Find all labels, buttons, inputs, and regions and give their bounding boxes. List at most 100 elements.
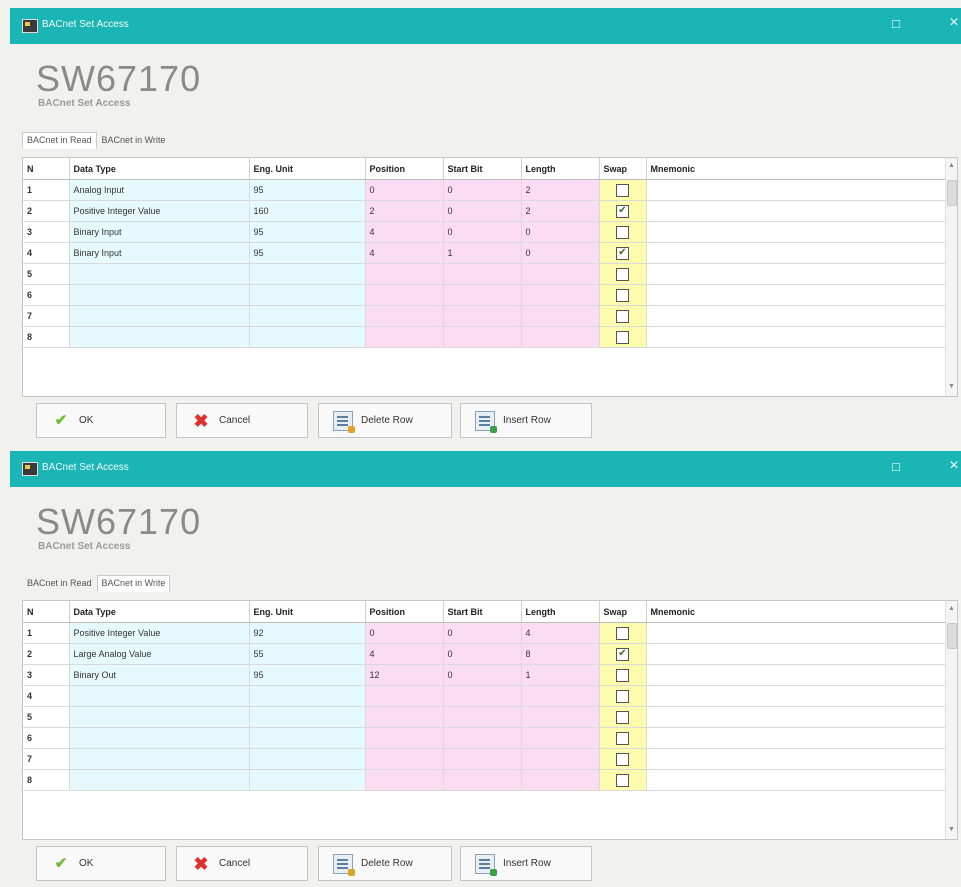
cell-length[interactable]: 4 [521,622,600,644]
tab-bacnet-in-write[interactable]: BACnet in Write [96,575,171,592]
cell-start-bit[interactable]: 0 [443,221,522,243]
cell-start-bit[interactable]: 0 [443,664,522,686]
cell-length[interactable] [521,305,600,327]
table-row[interactable]: 6 [23,727,946,749]
cell-length[interactable]: 1 [521,664,600,686]
swap-checkbox[interactable]: ✔ [616,204,629,218]
cell-length[interactable]: 2 [521,179,600,201]
cell-data-type[interactable] [69,326,250,348]
cell-length[interactable] [521,769,600,791]
cell-eng-unit[interactable]: 95 [249,664,366,686]
cell-length[interactable] [521,284,600,306]
cell-position[interactable] [365,727,444,749]
swap-checkbox[interactable] [616,689,629,703]
cell-start-bit[interactable]: 0 [443,622,522,644]
cell-position[interactable]: 4 [365,643,444,665]
ok-button[interactable]: ✔ OK [36,403,166,438]
cell-data-type[interactable]: Binary Out [69,664,250,686]
swap-checkbox[interactable] [616,267,629,281]
table-row[interactable]: 3 Binary Input 95 4 0 0 [23,221,946,243]
cell-mnemonic[interactable] [646,284,946,306]
cell-data-type[interactable]: Positive Integer Value [69,622,250,644]
table-row[interactable]: 1 Positive Integer Value 92 0 0 4 [23,622,946,644]
cell-mnemonic[interactable] [646,664,946,686]
column-header-mnemonic[interactable]: Mnemonic [646,601,946,623]
swap-checkbox[interactable] [616,731,629,745]
column-header-swap[interactable]: Swap [599,158,647,180]
tab-bacnet-in-read[interactable]: BACnet in Read [22,575,97,592]
cell-position[interactable] [365,326,444,348]
cell-length[interactable] [521,706,600,728]
maximize-icon[interactable]: □ [888,458,904,476]
cell-eng-unit[interactable] [249,326,366,348]
cell-eng-unit[interactable]: 92 [249,622,366,644]
table-row[interactable]: 5 [23,263,946,285]
cell-start-bit[interactable] [443,769,522,791]
swap-checkbox[interactable] [616,183,629,197]
cell-mnemonic[interactable] [646,706,946,728]
swap-checkbox[interactable]: ✔ [616,246,629,260]
close-icon[interactable]: × [946,457,961,475]
cell-data-type[interactable] [69,748,250,770]
cell-mnemonic[interactable] [646,263,946,285]
cell-eng-unit[interactable]: 95 [249,242,366,264]
cell-position[interactable]: 4 [365,242,444,264]
cell-eng-unit[interactable] [249,284,366,306]
swap-checkbox[interactable] [616,309,629,323]
table-row[interactable]: 4 Binary Input 95 4 1 0 ✔ [23,242,946,264]
cell-start-bit[interactable]: 1 [443,242,522,264]
cell-length[interactable]: 8 [521,643,600,665]
tab-bacnet-in-read[interactable]: BACnet in Read [22,132,97,149]
cell-length[interactable]: 0 [521,242,600,264]
cell-eng-unit[interactable]: 55 [249,643,366,665]
cell-length[interactable] [521,748,600,770]
cell-position[interactable]: 0 [365,179,444,201]
column-header-mnemonic[interactable]: Mnemonic [646,158,946,180]
cell-position[interactable] [365,305,444,327]
column-header-length[interactable]: Length [521,158,600,180]
cell-mnemonic[interactable] [646,242,946,264]
cell-eng-unit[interactable] [249,748,366,770]
cell-mnemonic[interactable] [646,179,946,201]
cell-eng-unit[interactable]: 95 [249,179,366,201]
delete-row-button[interactable]: Delete Row [318,846,452,881]
swap-checkbox[interactable] [616,288,629,302]
cell-position[interactable]: 12 [365,664,444,686]
swap-checkbox[interactable] [616,225,629,239]
cell-mnemonic[interactable] [646,769,946,791]
scroll-thumb[interactable] [947,180,957,206]
column-header-n[interactable]: N [23,158,70,180]
cell-position[interactable] [365,748,444,770]
cell-start-bit[interactable] [443,685,522,707]
table-row[interactable]: 8 [23,326,946,348]
cell-eng-unit[interactable]: 95 [249,221,366,243]
cell-eng-unit[interactable]: 160 [249,200,366,222]
cell-data-type[interactable] [69,706,250,728]
swap-checkbox[interactable] [616,752,629,766]
swap-checkbox[interactable] [616,626,629,640]
scroll-down-icon[interactable]: ▼ [948,383,955,390]
cell-eng-unit[interactable] [249,263,366,285]
cell-start-bit[interactable] [443,748,522,770]
cell-eng-unit[interactable] [249,727,366,749]
cell-mnemonic[interactable] [646,622,946,644]
delete-row-button[interactable]: Delete Row [318,403,452,438]
scroll-up-icon[interactable]: ▲ [948,162,955,169]
column-header-position[interactable]: Position [365,601,444,623]
cell-mnemonic[interactable] [646,326,946,348]
cell-data-type[interactable]: Binary Input [69,221,250,243]
cell-start-bit[interactable]: 0 [443,200,522,222]
column-header-length[interactable]: Length [521,601,600,623]
insert-row-button[interactable]: Insert Row [460,403,592,438]
cell-length[interactable] [521,685,600,707]
tab-bacnet-in-write[interactable]: BACnet in Write [97,132,171,149]
cell-eng-unit[interactable] [249,706,366,728]
cell-length[interactable]: 2 [521,200,600,222]
cell-data-type[interactable] [69,727,250,749]
cell-data-type[interactable] [69,284,250,306]
column-header-data-type[interactable]: Data Type [69,601,250,623]
cell-data-type[interactable] [69,263,250,285]
cell-position[interactable] [365,284,444,306]
cell-position[interactable] [365,685,444,707]
cell-mnemonic[interactable] [646,305,946,327]
